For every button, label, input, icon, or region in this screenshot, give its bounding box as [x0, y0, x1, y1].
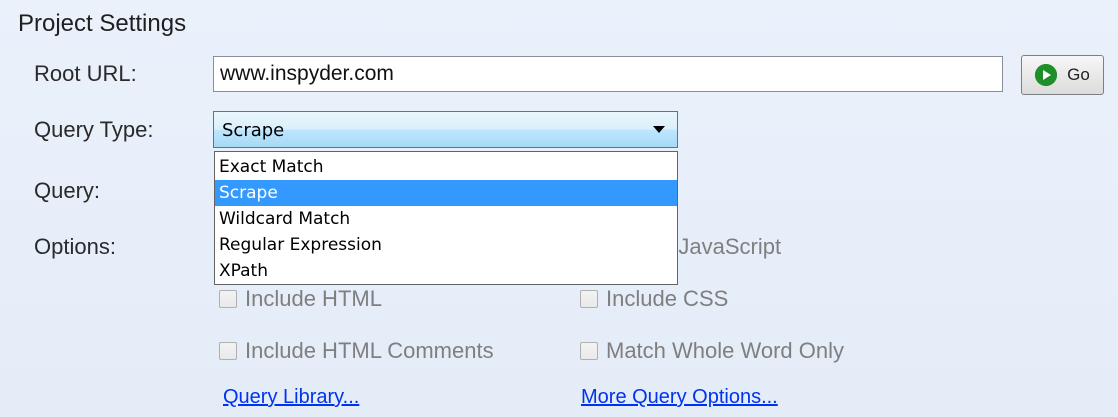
include-html-comments-checkbox[interactable] — [219, 342, 237, 360]
match-whole-word-checkbox-row[interactable]: Match Whole Word Only — [580, 338, 844, 364]
query-type-dropdown-list: Exact Match Scrape Wildcard Match Regula… — [214, 151, 678, 285]
dropdown-option-xpath[interactable]: XPath — [215, 258, 677, 284]
include-css-label: Include CSS — [606, 286, 729, 311]
root-url-label: Root URL: — [34, 61, 137, 86]
dropdown-option-wildcard-match[interactable]: Wildcard Match — [215, 206, 677, 232]
match-whole-word-checkbox[interactable] — [580, 342, 598, 360]
go-button[interactable]: Go — [1021, 55, 1104, 95]
include-html-checkbox-row[interactable]: Include HTML — [219, 286, 382, 312]
include-html-label: Include HTML — [245, 286, 382, 311]
chevron-down-icon[interactable] — [653, 126, 665, 133]
query-type-label: Query Type: — [34, 117, 154, 142]
play-circle-icon — [1035, 64, 1058, 86]
root-url-input[interactable] — [213, 56, 1003, 92]
dropdown-option-exact-match[interactable]: Exact Match — [215, 154, 677, 180]
project-settings-panel: Project Settings Root URL: Go Query Type… — [0, 0, 1118, 417]
option-javascript-partial-label: e JavaScript — [660, 234, 782, 259]
include-html-comments-checkbox-row[interactable]: Include HTML Comments — [219, 338, 494, 364]
query-type-select[interactable]: Scrape — [213, 111, 678, 148]
query-type-selected-value: Scrape — [222, 120, 285, 141]
section-title: Project Settings — [18, 10, 187, 37]
include-html-checkbox[interactable] — [219, 290, 237, 308]
include-css-checkbox-row[interactable]: Include CSS — [580, 286, 728, 312]
query-library-link[interactable]: Query Library... — [223, 386, 359, 409]
match-whole-word-label: Match Whole Word Only — [606, 338, 845, 363]
dropdown-option-scrape[interactable]: Scrape — [215, 180, 677, 206]
dropdown-option-regular-expression[interactable]: Regular Expression — [215, 232, 677, 258]
more-query-options-link[interactable]: More Query Options... — [581, 386, 778, 409]
include-css-checkbox[interactable] — [580, 290, 598, 308]
include-html-comments-label: Include HTML Comments — [245, 338, 494, 363]
query-label: Query: — [34, 178, 101, 203]
options-label: Options: — [34, 234, 116, 259]
go-button-label: Go — [1067, 65, 1090, 84]
